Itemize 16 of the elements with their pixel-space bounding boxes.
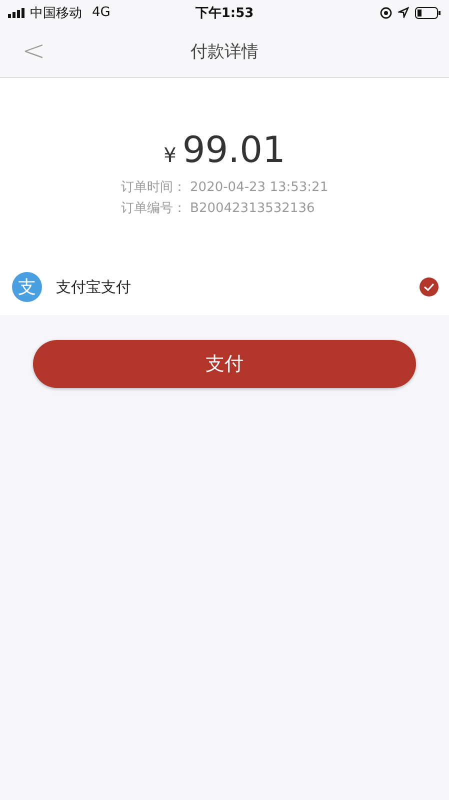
- order-number: 订单编号： B20042313532136: [120, 200, 316, 218]
- amount: 99.01: [182, 130, 286, 171]
- carrier-name: 中国移动: [30, 4, 82, 22]
- location-icon: [398, 7, 409, 18]
- rotation-lock-icon: [380, 6, 392, 18]
- currency-symbol: ¥: [164, 143, 176, 167]
- signal-icon: [8, 8, 26, 18]
- battery-icon: [415, 6, 441, 18]
- pay-button[interactable]: 支付: [33, 340, 416, 388]
- order-time: 订单时间： 2020-04-23 13:53:21: [120, 179, 328, 197]
- clock-time: 下午1:53: [195, 6, 254, 20]
- payment-logo-icon: 支: [12, 272, 42, 302]
- page-title: 付款详情: [190, 40, 258, 62]
- check-icon[interactable]: [419, 277, 439, 297]
- network-type: 4G: [92, 5, 110, 20]
- payment-method-label[interactable]: 支付宝支付: [56, 278, 419, 296]
